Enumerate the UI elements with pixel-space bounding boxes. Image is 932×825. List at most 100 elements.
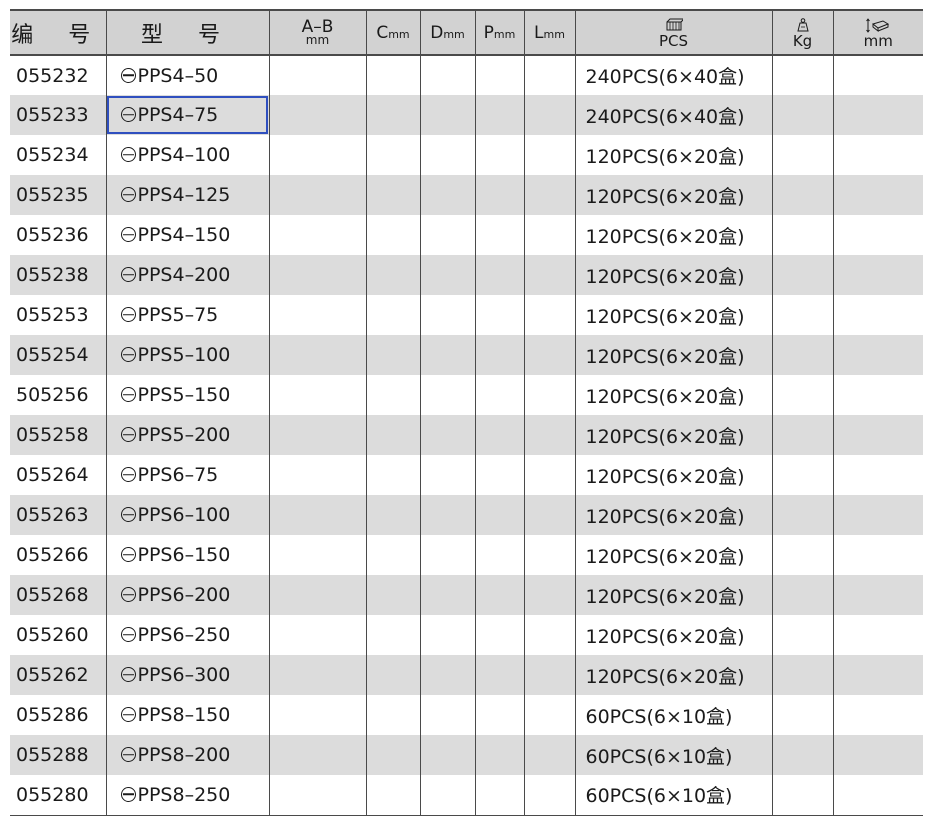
cell-l[interactable] (523, 615, 576, 655)
cell-l[interactable] (523, 255, 576, 295)
cell-size[interactable] (832, 335, 923, 375)
cell-d[interactable] (419, 575, 476, 615)
header-d[interactable]: Dmm (419, 9, 476, 56)
cell-c[interactable] (365, 95, 421, 135)
cell-c[interactable] (365, 535, 421, 575)
cell-size[interactable] (832, 295, 923, 335)
table-row[interactable]: 055233 PPS4–75 240PCS(6×40盒) (10, 95, 923, 135)
header-kg[interactable]: Kg (771, 9, 834, 56)
cell-pcs[interactable]: 120PCS(6×20盒) (574, 655, 773, 695)
table-row[interactable]: 055260 PPS6–250 120PCS(6×20盒) (10, 615, 923, 655)
cell-kg[interactable] (771, 295, 834, 335)
cell-pcs[interactable]: 120PCS(6×20盒) (574, 615, 773, 655)
cell-d[interactable] (419, 455, 476, 495)
cell-p[interactable] (474, 215, 525, 255)
cell-ab[interactable] (268, 135, 367, 175)
cell-model-selected[interactable]: PPS4–75 (105, 95, 270, 135)
cell-size[interactable] (832, 415, 923, 455)
cell-pcs[interactable]: 120PCS(6×20盒) (574, 575, 773, 615)
cell-model[interactable]: PPS4–150 (105, 215, 270, 255)
table-row[interactable]: 055286 PPS8–150 60PCS(6×10盒) (10, 695, 923, 735)
table-row[interactable]: 055253 PPS5–75 120PCS(6×20盒) (10, 295, 923, 335)
cell-model[interactable]: PPS4–100 (105, 135, 270, 175)
cell-kg[interactable] (771, 135, 834, 175)
cell-p[interactable] (474, 695, 525, 735)
cell-d[interactable] (419, 535, 476, 575)
table-row[interactable]: 055254 PPS5–100 120PCS(6×20盒) (10, 335, 923, 375)
cell-kg[interactable] (771, 375, 834, 415)
cell-ab[interactable] (268, 215, 367, 255)
cell-l[interactable] (523, 175, 576, 215)
cell-size[interactable] (832, 575, 923, 615)
cell-c[interactable] (365, 295, 421, 335)
cell-model[interactable]: PPS6–300 (105, 655, 270, 695)
cell-c[interactable] (365, 215, 421, 255)
cell-p[interactable] (474, 295, 525, 335)
cell-ab[interactable] (268, 335, 367, 375)
cell-d[interactable] (419, 255, 476, 295)
cell-ab[interactable] (268, 455, 367, 495)
cell-l[interactable] (523, 215, 576, 255)
cell-p[interactable] (474, 55, 525, 95)
table-row[interactable]: 055235 PPS4–125 120PCS(6×20盒) (10, 175, 923, 215)
cell-pcs[interactable]: 120PCS(6×20盒) (574, 255, 773, 295)
table-row[interactable]: 055266 PPS6–150 120PCS(6×20盒) (10, 535, 923, 575)
cell-d[interactable] (419, 615, 476, 655)
cell-l[interactable] (523, 55, 576, 95)
cell-size[interactable] (832, 215, 923, 255)
cell-model[interactable]: PPS5–100 (105, 335, 270, 375)
cell-l[interactable] (523, 695, 576, 735)
cell-ab[interactable] (268, 615, 367, 655)
cell-code[interactable]: 055253 (10, 295, 107, 335)
cell-d[interactable] (419, 415, 476, 455)
cell-c[interactable] (365, 255, 421, 295)
cell-kg[interactable] (771, 215, 834, 255)
cell-d[interactable] (419, 295, 476, 335)
cell-d[interactable] (419, 215, 476, 255)
cell-d[interactable] (419, 335, 476, 375)
cell-p[interactable] (474, 735, 525, 775)
cell-d[interactable] (419, 55, 476, 95)
cell-ab[interactable] (268, 695, 367, 735)
cell-c[interactable] (365, 135, 421, 175)
cell-ab[interactable] (268, 95, 367, 135)
header-p[interactable]: Pmm (474, 9, 525, 56)
cell-model[interactable]: PPS6–100 (105, 495, 270, 535)
header-model[interactable]: 型 号 (105, 9, 270, 56)
cell-pcs[interactable]: 120PCS(6×20盒) (574, 215, 773, 255)
cell-kg[interactable] (771, 575, 834, 615)
cell-d[interactable] (419, 775, 476, 816)
cell-l[interactable] (523, 415, 576, 455)
cell-ab[interactable] (268, 295, 367, 335)
table-row[interactable]: 055268 PPS6–200 120PCS(6×20盒) (10, 575, 923, 615)
cell-size[interactable] (832, 695, 923, 735)
cell-size[interactable] (832, 615, 923, 655)
cell-code[interactable]: 055266 (10, 535, 107, 575)
cell-ab[interactable] (268, 735, 367, 775)
cell-pcs[interactable]: 60PCS(6×10盒) (574, 735, 773, 775)
cell-kg[interactable] (771, 55, 834, 95)
cell-l[interactable] (523, 575, 576, 615)
cell-kg[interactable] (771, 655, 834, 695)
header-code[interactable]: 编 号 (10, 9, 107, 56)
cell-pcs[interactable]: 120PCS(6×20盒) (574, 415, 773, 455)
cell-model[interactable]: PPS6–150 (105, 535, 270, 575)
cell-code[interactable]: 505256 (10, 375, 107, 415)
cell-size[interactable] (832, 535, 923, 575)
cell-l[interactable] (523, 455, 576, 495)
cell-d[interactable] (419, 695, 476, 735)
cell-p[interactable] (474, 175, 525, 215)
cell-c[interactable] (365, 375, 421, 415)
cell-pcs[interactable]: 120PCS(6×20盒) (574, 335, 773, 375)
cell-ab[interactable] (268, 575, 367, 615)
table-row[interactable]: 055263 PPS6–100 120PCS(6×20盒) (10, 495, 923, 535)
table-row[interactable]: 055280 PPS8–250 60PCS(6×10盒) (10, 775, 923, 816)
cell-d[interactable] (419, 735, 476, 775)
cell-kg[interactable] (771, 735, 834, 775)
cell-p[interactable] (474, 255, 525, 295)
cell-d[interactable] (419, 495, 476, 535)
cell-pcs[interactable]: 120PCS(6×20盒) (574, 535, 773, 575)
cell-pcs[interactable]: 120PCS(6×20盒) (574, 175, 773, 215)
cell-c[interactable] (365, 415, 421, 455)
cell-pcs[interactable]: 120PCS(6×20盒) (574, 135, 773, 175)
